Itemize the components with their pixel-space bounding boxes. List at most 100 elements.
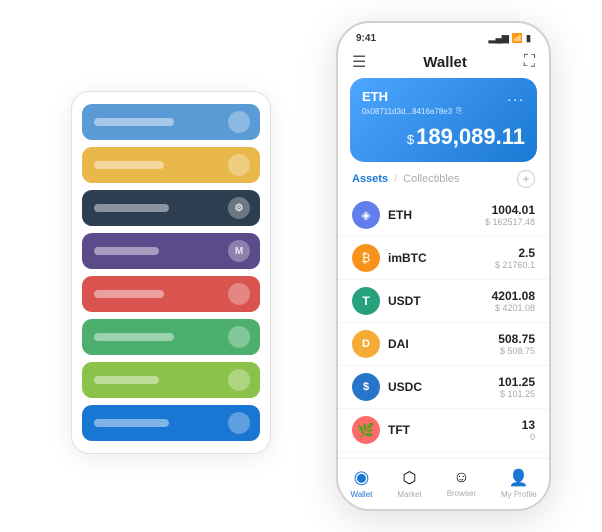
dollar-sign: $	[407, 132, 414, 147]
asset-amount-eth: 1004.01	[485, 203, 535, 217]
card-row-8[interactable]	[82, 405, 260, 441]
card-icon-3: ⚙	[228, 197, 250, 219]
market-nav-label: Market	[397, 490, 421, 499]
card-row-3[interactable]: ⚙	[82, 190, 260, 226]
asset-name-imbtc: imBTC	[388, 251, 495, 265]
card-icon-8	[228, 412, 250, 434]
status-time: 9:41	[356, 33, 376, 44]
card-label-bar	[94, 118, 174, 126]
asset-amount-imbtc: 2.5	[495, 246, 535, 260]
profile-nav-label: My Profile	[501, 490, 537, 499]
usdt-icon: T	[352, 287, 380, 315]
card-label-bar	[94, 333, 174, 341]
tab-assets[interactable]: Assets	[352, 173, 388, 185]
card-label-bar	[94, 419, 169, 427]
asset-name-eth: ETH	[388, 208, 485, 222]
dai-icon: D	[352, 330, 380, 358]
tft-icon: 🌿	[352, 416, 380, 444]
card-row-2[interactable]	[82, 147, 260, 183]
asset-usd-eth: $ 162517.48	[485, 217, 535, 227]
nav-item-profile[interactable]: 👤 My Profile	[501, 468, 537, 499]
card-icon-4: M	[228, 240, 250, 262]
asset-usd-usdt: $ 4201.08	[492, 303, 535, 313]
card-icon-6	[228, 326, 250, 348]
eth-address: 0x08711d3d...8416a78e3 ⎘	[362, 106, 525, 116]
asset-usd-dai: $ 508.75	[498, 346, 535, 356]
signal-icon: ▂▄▆	[489, 33, 509, 44]
browser-nav-label: Browser	[447, 489, 476, 498]
eth-balance: $189,089.11	[362, 124, 525, 150]
phone-shell: 9:41 ▂▄▆ 📶 ▮ ☰ Wallet ⛶ ETH ... 0x08711d…	[336, 21, 551, 511]
card-stack: ⚙ M	[71, 91, 271, 454]
card-icon-2	[228, 154, 250, 176]
wifi-icon: 📶	[512, 33, 523, 44]
asset-name-tft: TFT	[388, 423, 522, 437]
asset-values-usdt: 4201.08 $ 4201.08	[492, 289, 535, 313]
asset-usd-tft: 0	[522, 432, 535, 442]
expand-icon[interactable]: ⛶	[524, 53, 535, 71]
asset-name-usdt: USDT	[388, 294, 492, 308]
asset-values-eth: 1004.01 $ 162517.48	[485, 203, 535, 227]
asset-values-tft: 13 0	[522, 418, 535, 442]
card-label-bar	[94, 376, 159, 384]
nav-item-wallet[interactable]: ◉ Wallet	[350, 467, 372, 499]
card-icon-5	[228, 283, 250, 305]
asset-item-usdt[interactable]: T USDT 4201.08 $ 4201.08	[338, 280, 549, 323]
market-nav-icon: ⬡	[403, 468, 417, 488]
top-nav: ☰ Wallet ⛶	[338, 48, 549, 78]
copy-icon[interactable]: ⎘	[456, 106, 462, 116]
card-row-7[interactable]	[82, 362, 260, 398]
asset-usd-imbtc: $ 21760.1	[495, 260, 535, 270]
nav-item-browser[interactable]: ☺ Browser	[447, 469, 476, 498]
status-icons: ▂▄▆ 📶 ▮	[489, 33, 531, 44]
menu-icon[interactable]: ☰	[352, 52, 366, 72]
page-title: Wallet	[423, 54, 467, 71]
add-asset-button[interactable]: +	[517, 170, 535, 188]
asset-values-usdc: 101.25 $ 101.25	[498, 375, 535, 399]
eth-icon: ◈	[352, 201, 380, 229]
card-row-1[interactable]	[82, 104, 260, 140]
imbtc-icon: ₿	[352, 244, 380, 272]
asset-item-usdc[interactable]: $ USDC 101.25 $ 101.25	[338, 366, 549, 409]
card-label-bar	[94, 247, 159, 255]
card-label-bar	[94, 204, 169, 212]
asset-usd-usdc: $ 101.25	[498, 389, 535, 399]
card-row-4[interactable]: M	[82, 233, 260, 269]
asset-amount-usdt: 4201.08	[492, 289, 535, 303]
wallet-nav-label: Wallet	[350, 490, 372, 499]
nav-item-market[interactable]: ⬡ Market	[397, 468, 421, 499]
card-icon-1	[228, 111, 250, 133]
assets-header: Assets / Collectibles +	[338, 170, 549, 194]
assets-tabs: Assets / Collectibles	[352, 173, 459, 185]
asset-name-usdc: USDC	[388, 380, 498, 394]
asset-item-imbtc[interactable]: ₿ imBTC 2.5 $ 21760.1	[338, 237, 549, 280]
battery-icon: ▮	[526, 33, 531, 44]
asset-amount-dai: 508.75	[498, 332, 535, 346]
eth-card-dots[interactable]: ...	[507, 88, 525, 104]
asset-item-dai[interactable]: D DAI 508.75 $ 508.75	[338, 323, 549, 366]
browser-nav-icon: ☺	[453, 469, 469, 487]
asset-list: ◈ ETH 1004.01 $ 162517.48 ₿ imBTC 2.5 $ …	[338, 194, 549, 458]
tab-separator: /	[394, 173, 397, 185]
status-bar: 9:41 ▂▄▆ 📶 ▮	[338, 23, 549, 48]
asset-item-eth[interactable]: ◈ ETH 1004.01 $ 162517.48	[338, 194, 549, 237]
eth-card-header: ETH ...	[362, 88, 525, 104]
asset-values-imbtc: 2.5 $ 21760.1	[495, 246, 535, 270]
wallet-nav-icon: ◉	[354, 467, 370, 488]
card-row-6[interactable]	[82, 319, 260, 355]
scene: ⚙ M 9:41 ▂▄▆ 📶 ▮	[11, 11, 591, 521]
eth-card-label: ETH	[362, 89, 388, 104]
asset-name-dai: DAI	[388, 337, 498, 351]
card-row-5[interactable]	[82, 276, 260, 312]
tab-collectibles[interactable]: Collectibles	[403, 173, 459, 185]
card-label-bar	[94, 161, 164, 169]
asset-item-tft[interactable]: 🌿 TFT 13 0	[338, 409, 549, 452]
card-icon-7	[228, 369, 250, 391]
usdc-icon: $	[352, 373, 380, 401]
asset-amount-tft: 13	[522, 418, 535, 432]
profile-nav-icon: 👤	[509, 468, 529, 488]
asset-values-dai: 508.75 $ 508.75	[498, 332, 535, 356]
asset-amount-usdc: 101.25	[498, 375, 535, 389]
eth-card[interactable]: ETH ... 0x08711d3d...8416a78e3 ⎘ $189,08…	[350, 78, 537, 162]
card-label-bar	[94, 290, 164, 298]
